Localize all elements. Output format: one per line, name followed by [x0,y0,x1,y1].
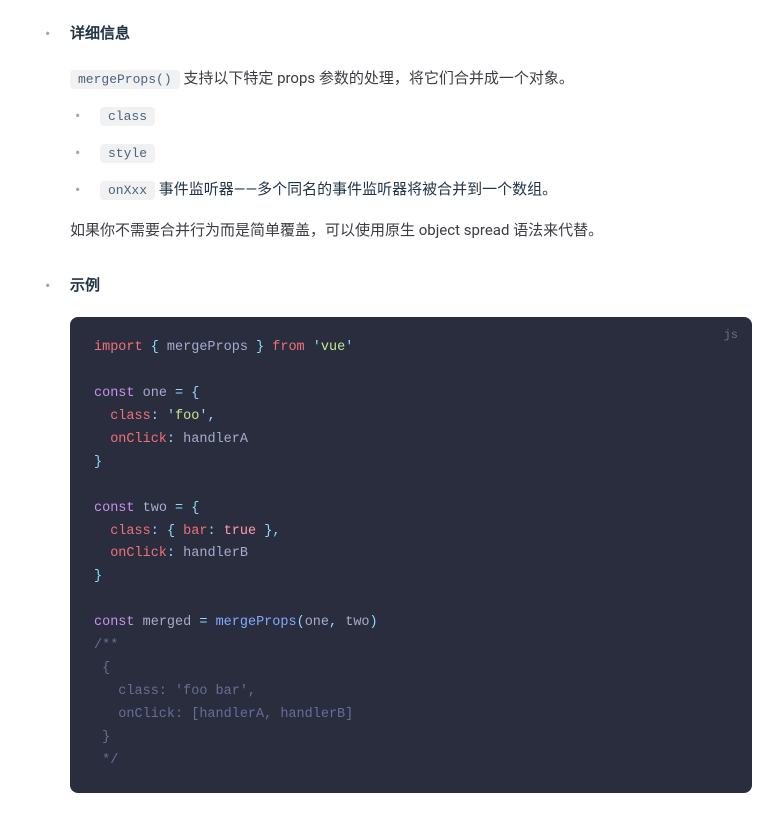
list-item: class [70,102,752,129]
inline-code-onxxx: onXxx [100,181,155,200]
details-intro-text: 支持以下特定 props 参数的处理，将它们合并成一个对象。 [180,69,574,87]
inline-code-mergeprops: mergeProps() [70,70,180,89]
list-item: onXxx 事件监听器——多个同名的事件监听器将被合并到一个数组。 [70,176,752,203]
inline-code-style: style [100,144,155,163]
list-item: style [70,139,752,166]
example-section: 示例 js import { mergeProps } from 'vue' c… [40,272,752,793]
details-note: 如果你不需要合并行为而是简单覆盖，可以使用原生 object spread 语法… [70,217,752,244]
details-intro: mergeProps() 支持以下特定 props 参数的处理，将它们合并成一个… [70,65,752,92]
inline-code-class: class [100,107,155,126]
props-list: class style onXxx 事件监听器——多个同名的事件监听器将被合并到… [70,102,752,203]
details-title: 详细信息 [70,24,130,42]
example-title: 示例 [70,276,100,294]
code-lang-badge: js [724,325,738,345]
details-section: 详细信息 mergeProps() 支持以下特定 props 参数的处理，将它们… [40,20,752,244]
code-block: js import { mergeProps } from 'vue' cons… [70,317,752,793]
